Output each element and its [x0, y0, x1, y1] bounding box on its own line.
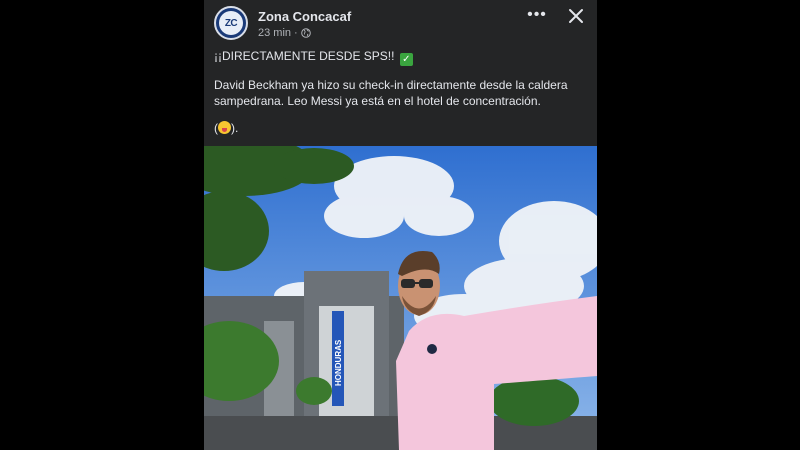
meta-separator: · — [294, 27, 298, 39]
stadium-banner: HONDURAS — [334, 339, 343, 386]
more-options-button[interactable]: ••• — [526, 6, 548, 26]
emoji-line-close: ). — [231, 121, 239, 135]
post-timestamp[interactable]: 23 min — [258, 27, 291, 39]
trees-bottom-right — [489, 376, 579, 426]
post-photo[interactable]: HONDURAS — [204, 146, 597, 450]
close-icon[interactable] — [566, 6, 586, 26]
post-header: ZC Zona Concacaf 23 min · ••• — [204, 0, 597, 44]
page-name[interactable]: Zona Concacaf — [258, 9, 351, 24]
facebook-post: ZC Zona Concacaf 23 min · ••• ¡¡DIRECTAM… — [204, 0, 597, 450]
globe-icon — [300, 28, 311, 38]
avatar[interactable]: ZC — [214, 6, 248, 40]
emoji-line: (). — [214, 120, 589, 136]
tongue-out-face-emoji-icon — [218, 121, 231, 134]
avatar-logo: ZC — [219, 11, 243, 35]
post-headline-line: ¡¡DIRECTAMENTE DESDE SPS!! ✓ — [214, 48, 589, 66]
check-mark-emoji-icon: ✓ — [399, 53, 413, 66]
post-headline: ¡¡DIRECTAMENTE DESDE SPS!! — [214, 49, 395, 63]
post-body: David Beckham ya hizo su check-in direct… — [214, 78, 568, 108]
post-meta: 23 min · — [258, 27, 311, 39]
